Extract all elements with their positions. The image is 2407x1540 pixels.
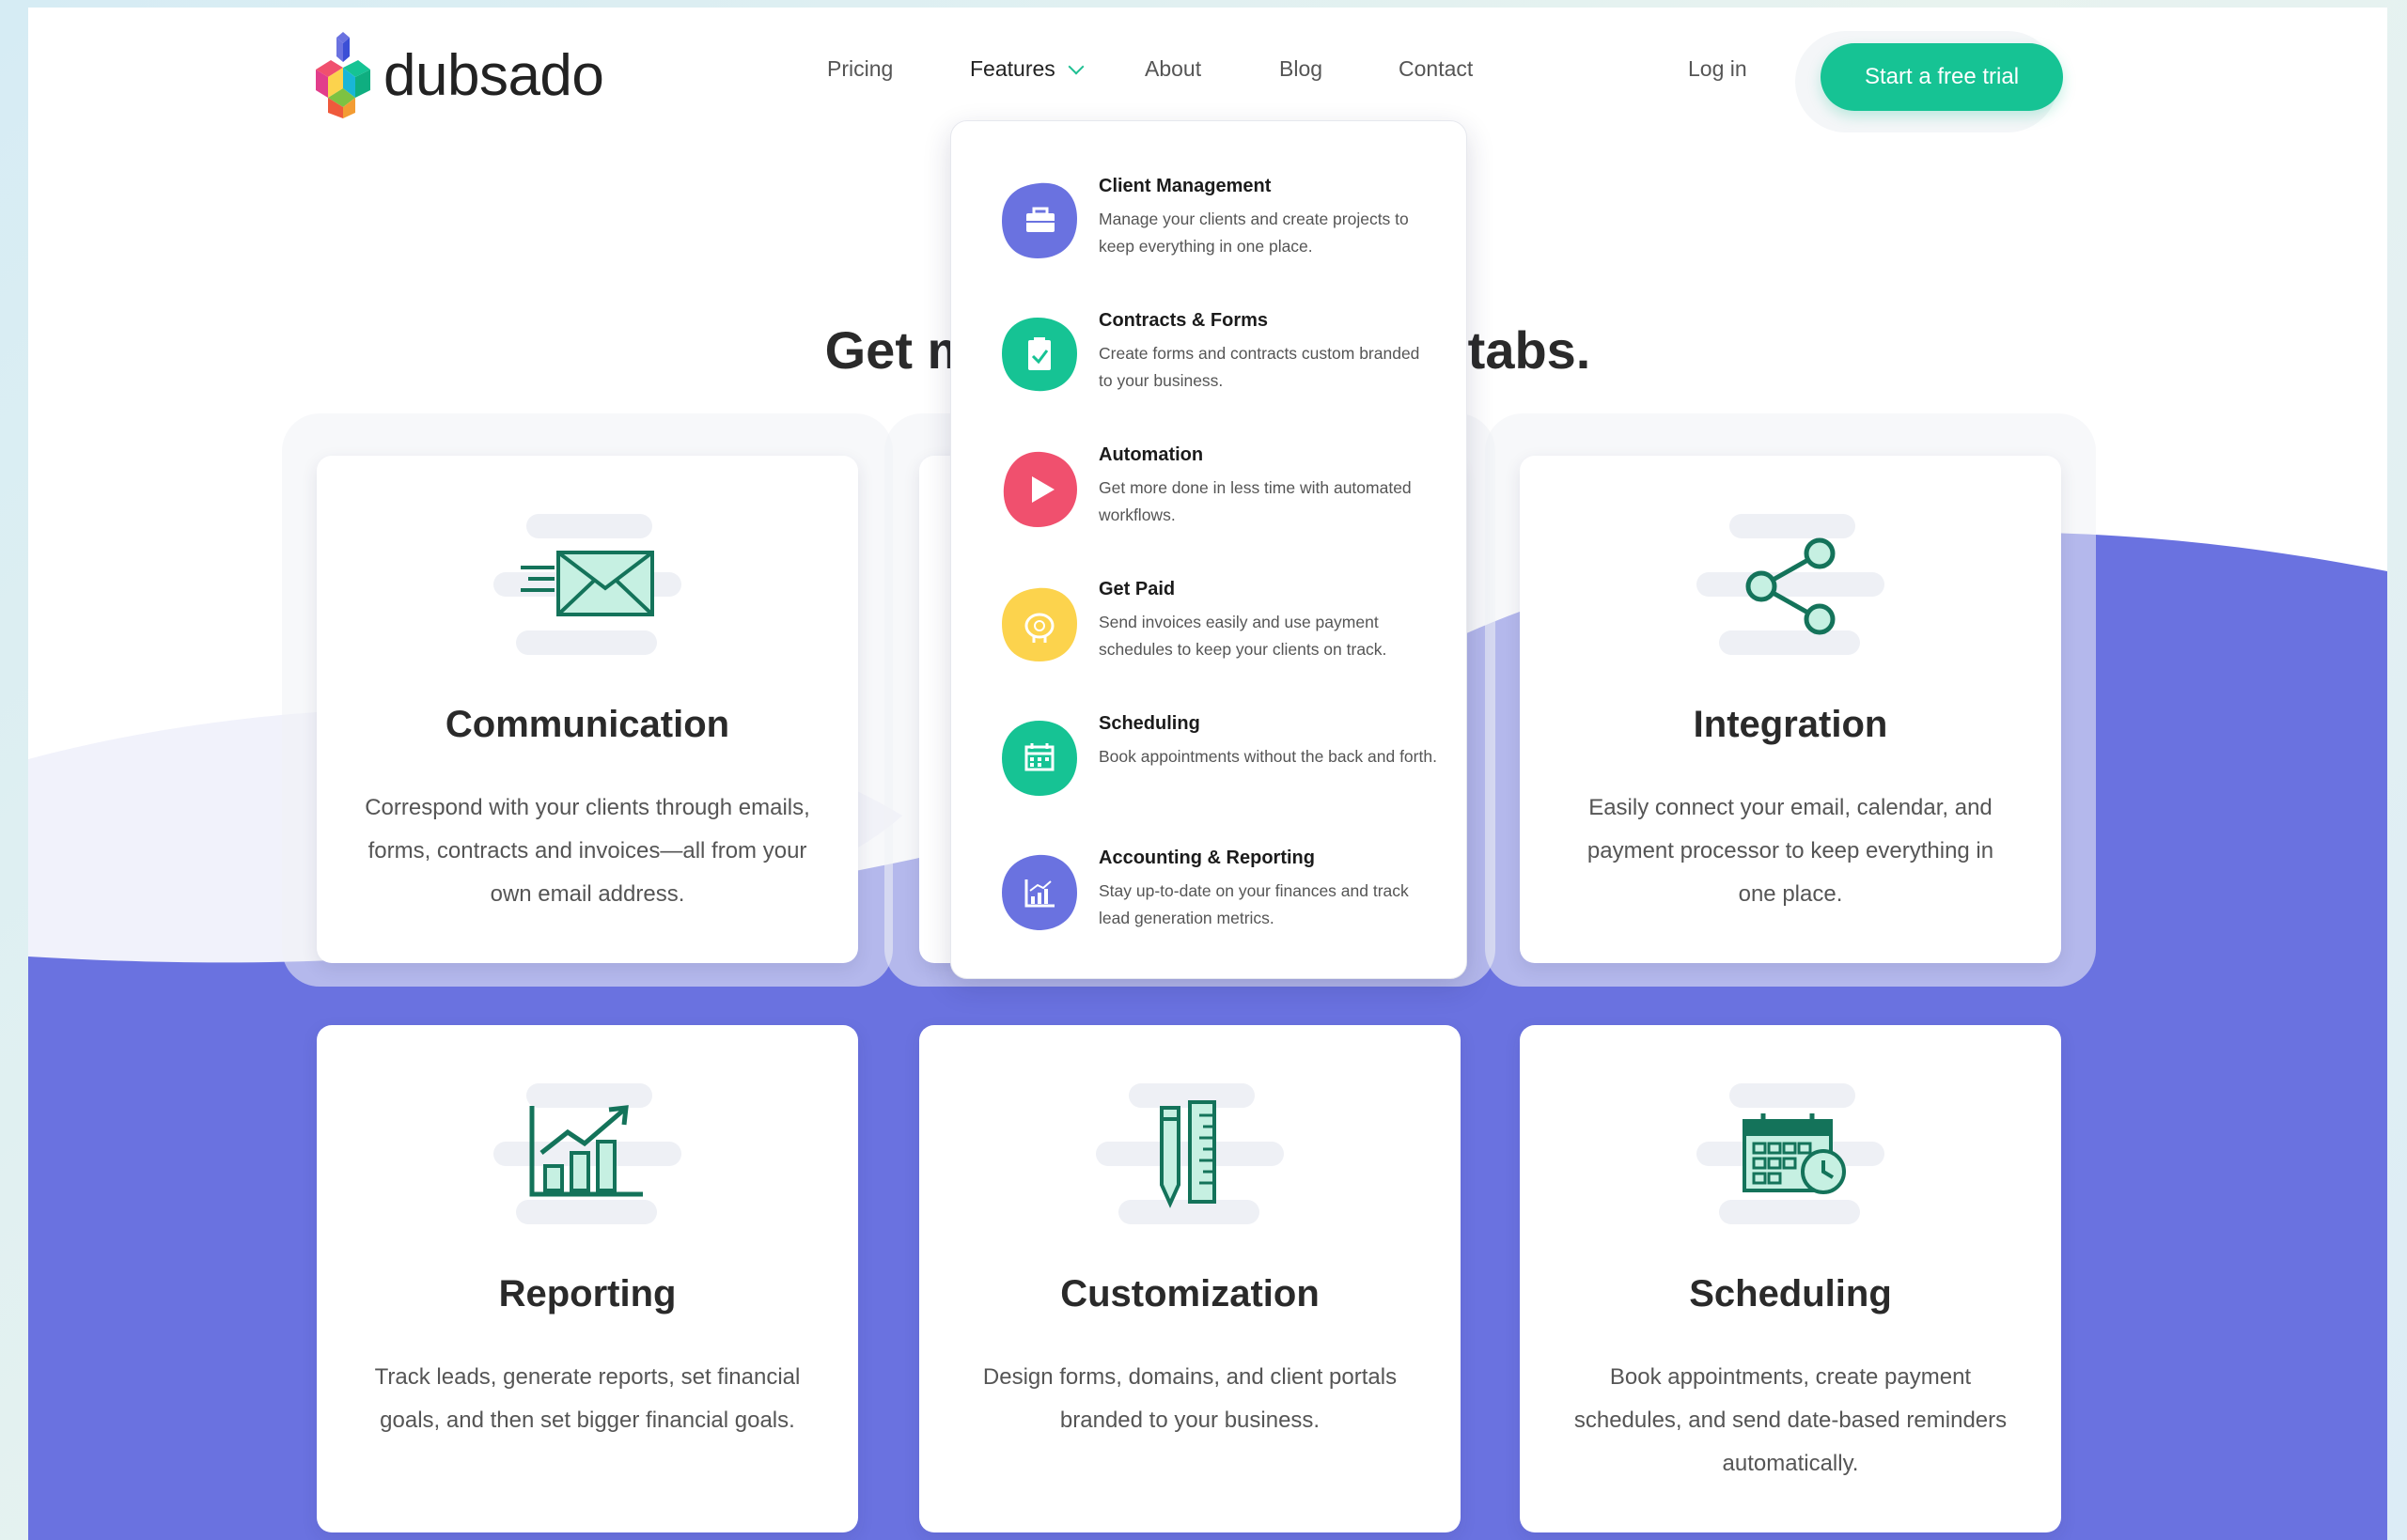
menu-item-desc: Manage your clients and create projects … bbox=[1099, 210, 1409, 256]
share-icon bbox=[1696, 514, 1884, 655]
features-dropdown: Client Management Manage your clients an… bbox=[950, 120, 1467, 979]
feature-card-reporting[interactable]: Reporting Track leads, generate reports,… bbox=[317, 1025, 858, 1532]
menu-item-desc: Stay up-to-date on your finances and tra… bbox=[1099, 881, 1409, 927]
menu-item-scheduling[interactable]: Scheduling Book appointments without the… bbox=[951, 708, 1466, 830]
menu-item-title: Automation bbox=[1099, 444, 1204, 465]
card-text: Easily connect your email, calendar, and… bbox=[1586, 795, 1994, 907]
card-text: Correspond with your clients through ema… bbox=[365, 795, 810, 907]
bar-chart-icon bbox=[1002, 854, 1077, 930]
start-trial-button[interactable]: Start a free trial bbox=[1821, 43, 2063, 111]
briefcase-icon bbox=[1002, 182, 1077, 258]
nav-pricing[interactable]: Pricing bbox=[827, 56, 893, 82]
feature-card-integration[interactable]: Integration Easily connect your email, c… bbox=[1520, 456, 2061, 963]
envelope-icon bbox=[493, 514, 681, 655]
menu-item-title: Contracts & Forms bbox=[1099, 310, 1269, 331]
feature-card-customization[interactable]: Customization Design forms, domains, and… bbox=[919, 1025, 1461, 1532]
card-text: Design forms, domains, and client portal… bbox=[982, 1364, 1398, 1433]
feature-card-communication[interactable]: Communication Correspond with your clien… bbox=[317, 456, 858, 963]
menu-item-desc: Send invoices easily and use payment sch… bbox=[1099, 613, 1387, 659]
nav-features-label: Features bbox=[970, 56, 1055, 81]
menu-item-get-paid[interactable]: Get Paid Send invoices easily and use pa… bbox=[951, 573, 1466, 695]
card-title: Scheduling bbox=[1689, 1273, 1892, 1314]
feature-card-scheduling[interactable]: Scheduling Book appointments, create pay… bbox=[1520, 1025, 2061, 1532]
chevron-down-icon bbox=[1068, 58, 1085, 75]
menu-item-accounting-reporting[interactable]: Accounting & Reporting Stay up-to-date o… bbox=[951, 842, 1466, 964]
dubsado-logo[interactable]: dubsado bbox=[316, 28, 645, 122]
brand-name: dubsado bbox=[383, 42, 604, 108]
card-text: Book appointments, create payment schedu… bbox=[1573, 1364, 2008, 1476]
menu-item-desc: Get more done in less time with automate… bbox=[1099, 478, 1412, 524]
page: dubsado Pricing Features About Blog Cont… bbox=[28, 8, 2387, 1540]
clipboard-check-icon bbox=[1002, 318, 1077, 392]
menu-item-desc: Create forms and contracts custom brande… bbox=[1099, 344, 1420, 390]
menu-item-contracts-forms[interactable]: Contracts & Forms Create forms and contr… bbox=[951, 304, 1466, 427]
menu-item-title: Get Paid bbox=[1099, 579, 1176, 599]
menu-item-title: Scheduling bbox=[1099, 713, 1200, 734]
card-title: Integration bbox=[1693, 704, 1888, 745]
login-link[interactable]: Log in bbox=[1688, 56, 1747, 82]
calendar-clock-icon bbox=[1696, 1083, 1884, 1224]
nav-features[interactable]: Features bbox=[970, 56, 1085, 82]
card-text: Track leads, generate reports, set finan… bbox=[374, 1364, 801, 1433]
nav-contact[interactable]: Contact bbox=[1399, 56, 1473, 82]
logo-cube-icon bbox=[316, 32, 370, 118]
menu-item-title: Accounting & Reporting bbox=[1099, 848, 1315, 868]
menu-item-desc: Book appointments without the back and f… bbox=[1099, 747, 1437, 766]
card-title: Reporting bbox=[498, 1273, 677, 1314]
nav-blog[interactable]: Blog bbox=[1279, 56, 1322, 82]
piggy-bank-icon bbox=[1002, 587, 1077, 661]
card-title: Communication bbox=[445, 704, 730, 745]
menu-item-automation[interactable]: Automation Get more done in less time wi… bbox=[951, 439, 1466, 561]
growth-chart-icon bbox=[493, 1083, 681, 1224]
nav-about[interactable]: About bbox=[1145, 56, 1201, 82]
pencil-ruler-icon bbox=[1096, 1083, 1284, 1224]
menu-item-title: Client Management bbox=[1099, 176, 1272, 196]
card-title: Customization bbox=[1060, 1273, 1320, 1314]
calendar-icon bbox=[1002, 721, 1077, 796]
play-icon bbox=[1003, 451, 1077, 527]
menu-item-client-management[interactable]: Client Management Manage your clients an… bbox=[951, 170, 1466, 292]
